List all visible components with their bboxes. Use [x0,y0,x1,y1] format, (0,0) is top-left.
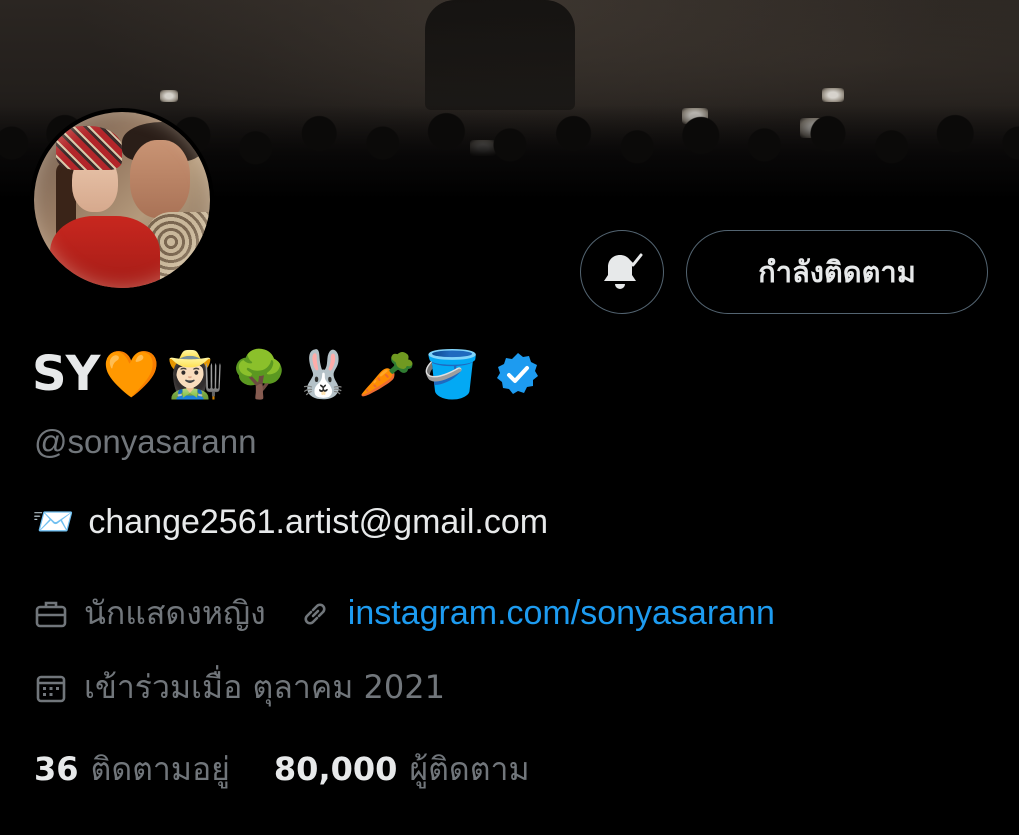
bio: 📨 change2561.artist@gmail.com [32,502,548,542]
profile-meta-row: นักแสดงหญิง instagram.com/sonyasarann [34,588,775,639]
verified-badge-icon[interactable] [495,351,541,397]
incoming-envelope-emoji: 📨 [32,502,75,542]
profile-avatar[interactable] [30,108,214,292]
followers-label[interactable]: ผู้ติดตาม [409,744,529,795]
profile-name-row: SY 🧡 👩🏻‍🌾 🌳 🐰 🥕 🪣 [32,338,541,410]
joined-row: เข้าร่วมเมื่อ ตุลาคม 2021 [34,662,445,713]
following-button[interactable]: กำลังติดตาม [686,230,988,314]
website-link[interactable]: instagram.com/sonyasarann [348,594,775,633]
avatar-detail [34,112,210,288]
profile-handle: @sonyasarann [34,423,257,460]
link-icon [304,602,326,625]
bio-email: change2561.artist@gmail.com [88,502,549,541]
briefcase-icon [35,601,67,627]
profession-label: นักแสดงหญิง [84,594,266,632]
avatar-photo [34,112,210,288]
banner-stage-figure [425,0,575,110]
followers-count[interactable]: 80,000 [274,750,397,788]
calendar-icon [36,675,66,702]
display-name: SY [32,346,100,402]
banner-phone-light [822,88,844,102]
following-count[interactable]: 36 [34,750,79,788]
joined-date: เข้าร่วมเมื่อ ตุลาคม 2021 [84,668,445,706]
follow-counts: 36 ติดตามอยู่ 80,000 ผู้ติดตาม [34,744,574,795]
orange-heart-emoji: 🧡 [102,347,160,401]
tree-emoji: 🌳 [230,347,288,401]
carrot-emoji: 🥕 [358,347,416,401]
farmer-emoji: 👩🏻‍🌾 [166,347,224,401]
rabbit-emoji: 🐰 [294,347,352,401]
bucket-emoji: 🪣 [422,347,480,401]
following-label[interactable]: ติดตามอยู่ [91,744,230,795]
banner-phone-light [160,90,178,102]
notification-bell-button[interactable] [580,230,664,314]
bell-check-icon [604,253,643,289]
